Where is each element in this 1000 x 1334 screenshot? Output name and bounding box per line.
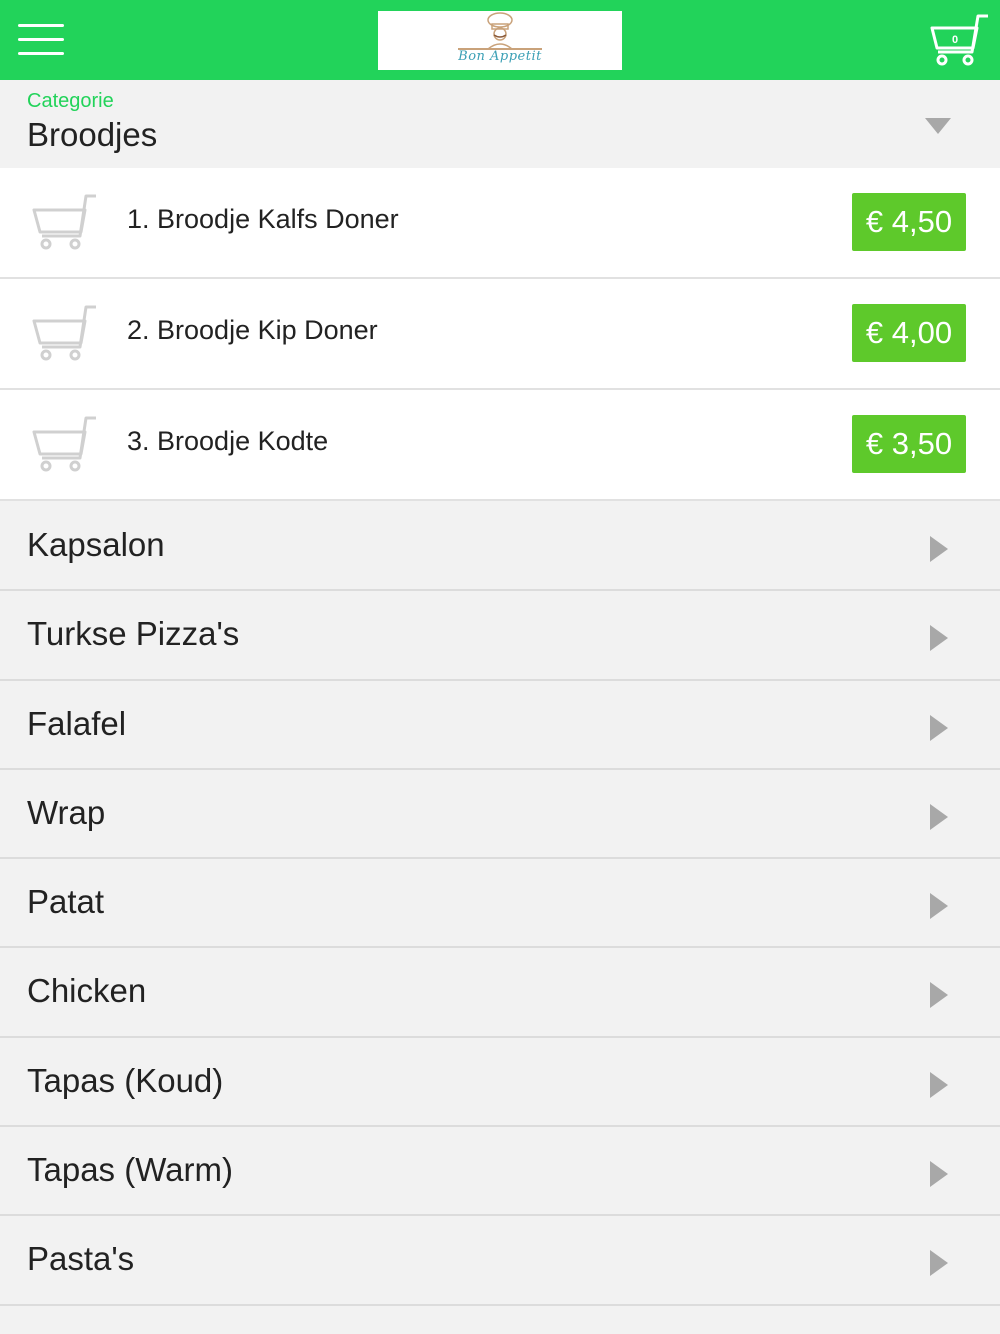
category-item-label: Falafel (27, 704, 127, 742)
hamburger-menu-icon[interactable] (18, 20, 64, 60)
shopping-cart-icon[interactable]: 0 (928, 12, 990, 68)
add-to-cart-icon[interactable] (30, 303, 98, 361)
category-item-label: Chicken (27, 972, 147, 1010)
caret-down-icon (925, 118, 951, 134)
price-button[interactable]: € 3,50 (852, 415, 966, 473)
category-item-label: Patat (27, 883, 105, 921)
category-item-label: Pasta's (27, 1240, 135, 1278)
category-item-patat[interactable]: Patat (0, 859, 1000, 949)
chevron-right-icon (930, 1161, 948, 1188)
add-to-cart-icon[interactable] (30, 192, 98, 250)
category-item-label: Tapas (Koud) (27, 1061, 224, 1099)
category-item-tapas-warm[interactable]: Tapas (Warm) (0, 1127, 1000, 1217)
product-row[interactable]: 2. Broodje Kip Doner € 4,00 (0, 279, 1000, 390)
product-list: 1. Broodje Kalfs Doner € 4,50 2. Broodje… (0, 168, 1000, 501)
category-label: Categorie (27, 90, 114, 112)
restaurant-logo[interactable]: Bon Appetit (378, 11, 622, 70)
category-list: Kapsalon Turkse Pizza's Falafel Wrap Pat… (0, 502, 1000, 1306)
chevron-right-icon (930, 982, 948, 1009)
category-item-pastas[interactable]: Pasta's (0, 1216, 1000, 1306)
top-app-bar: Bon Appetit 0 (0, 0, 1000, 80)
chevron-right-icon (930, 1250, 948, 1277)
price-button[interactable]: € 4,00 (852, 304, 966, 362)
menu-line (18, 24, 64, 27)
category-item-turkse-pizzas[interactable]: Turkse Pizza's (0, 591, 1000, 681)
category-item-tapas-koud[interactable]: Tapas (Koud) (0, 1037, 1000, 1128)
selected-category: Broodjes (27, 116, 158, 153)
product-name: 1. Broodje Kalfs Doner (127, 204, 399, 234)
price-button[interactable]: € 4,50 (852, 193, 966, 251)
product-row[interactable]: 1. Broodje Kalfs Doner € 4,50 (0, 168, 1000, 279)
chevron-right-icon (930, 1071, 948, 1098)
menu-line (18, 52, 64, 55)
product-row[interactable]: 3. Broodje Kodte € 3,50 (0, 390, 1000, 501)
category-dropdown[interactable]: Categorie Broodjes (0, 80, 1000, 168)
chevron-right-icon (930, 893, 948, 920)
logo-text: Bon Appetit (458, 49, 542, 64)
chevron-right-icon (930, 714, 948, 741)
category-item-wrap[interactable]: Wrap (0, 769, 1000, 860)
chevron-right-icon (930, 803, 948, 830)
category-item-chicken[interactable]: Chicken (0, 948, 1000, 1038)
cart-count-badge: 0 (951, 34, 959, 46)
product-name: 2. Broodje Kip Doner (127, 315, 378, 345)
menu-line (18, 38, 64, 41)
category-item-label: Wrap (27, 793, 106, 831)
add-to-cart-icon[interactable] (30, 414, 98, 472)
chevron-right-icon (930, 625, 948, 652)
chevron-right-icon (930, 536, 948, 562)
category-item-falafel[interactable]: Falafel (0, 680, 1000, 770)
product-name: 3. Broodje Kodte (127, 426, 329, 456)
category-item-label: Tapas (Warm) (27, 1151, 233, 1189)
category-item-kapsalon[interactable]: Kapsalon (0, 502, 1000, 592)
category-item-label: Kapsalon (27, 526, 165, 563)
category-item-label: Turkse Pizza's (27, 615, 240, 653)
